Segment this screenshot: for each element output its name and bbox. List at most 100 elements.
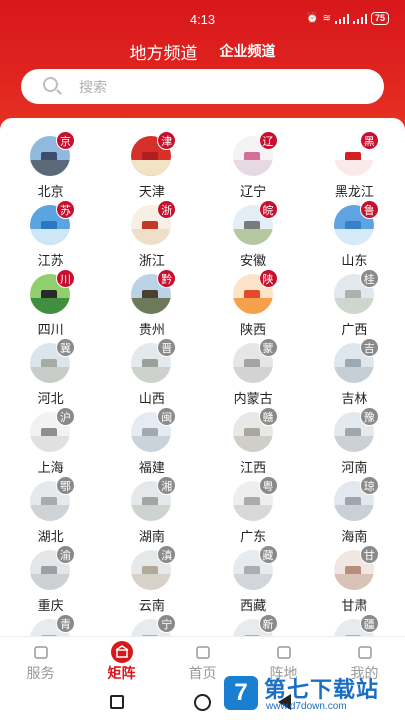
search-icon	[43, 76, 63, 97]
province-badge: 黑	[359, 131, 379, 150]
province-item[interactable]: 皖安徽	[203, 200, 304, 269]
home-button[interactable]	[194, 694, 211, 711]
wifi-icon: ≋	[322, 13, 331, 24]
province-badge: 冀	[56, 338, 75, 357]
bottom-tab-service[interactable]: 服务	[0, 637, 81, 684]
watermark-logo: 7	[224, 676, 258, 710]
province-badge: 川	[56, 269, 75, 288]
province-item[interactable]: 沪上海	[0, 407, 101, 476]
province-name: 江西	[240, 461, 267, 476]
province-item[interactable]: 粤广东	[203, 476, 304, 545]
province-name: 甘肃	[341, 599, 368, 614]
province-badge: 京	[56, 131, 75, 150]
province-name: 广西	[341, 323, 368, 338]
province-name: 安徽	[240, 254, 267, 269]
province-item[interactable]: 黑黑龙江	[304, 131, 405, 200]
province-item[interactable]: 晋山西	[101, 338, 202, 407]
province-badge: 津	[157, 131, 177, 150]
province-item[interactable]: 琼海南	[304, 476, 405, 545]
province-item[interactable]: 吉吉林	[304, 338, 405, 407]
profile-icon	[356, 643, 374, 661]
recent-apps-button[interactable]	[110, 695, 124, 709]
province-item[interactable]: 川四川	[0, 269, 101, 338]
province-item[interactable]: 甘甘肃	[304, 545, 405, 614]
province-badge: 皖	[258, 200, 278, 219]
province-name: 西藏	[240, 599, 267, 614]
province-item[interactable]: 桂广西	[304, 269, 405, 338]
province-item[interactable]: 滇云南	[101, 545, 202, 614]
header-background: 4:13 ⏰ ≋ 75 地方频道 企业频道 搜索	[0, 0, 405, 130]
home-icon	[194, 643, 212, 661]
province-badge: 鄂	[56, 476, 75, 495]
province-item[interactable]: 冀河北	[0, 338, 101, 407]
province-item[interactable]: 新	[203, 614, 304, 636]
service-icon	[32, 643, 50, 661]
battery-icon: 75	[370, 12, 389, 25]
search-input[interactable]: 搜索	[79, 77, 107, 97]
province-name: 上海	[37, 461, 64, 476]
province-badge: 蒙	[258, 338, 278, 357]
status-icons: ⏰ ≋ 75	[306, 12, 389, 25]
tab-enterprise-channel[interactable]: 企业频道	[220, 41, 276, 61]
province-item[interactable]: 津天津	[101, 131, 202, 200]
province-badge: 赣	[258, 407, 278, 426]
alarm-icon: ⏰	[306, 13, 319, 24]
province-item[interactable]: 辽辽宁	[203, 131, 304, 200]
province-badge: 甘	[359, 545, 379, 564]
province-item[interactable]: 鲁山东	[304, 200, 405, 269]
province-badge: 沪	[56, 407, 75, 426]
watermark-title: 第七下载站	[264, 678, 380, 703]
province-badge: 藏	[258, 545, 278, 564]
province-name: 陕西	[240, 323, 267, 338]
province-name: 贵州	[138, 323, 165, 338]
province-name: 北京	[37, 185, 64, 200]
province-badge: 鲁	[359, 200, 379, 219]
province-badge: 闽	[157, 407, 177, 426]
province-name: 福建	[138, 461, 165, 476]
province-badge: 新	[258, 614, 278, 633]
province-item[interactable]: 京北京	[0, 131, 101, 200]
province-item[interactable]: 黔贵州	[101, 269, 202, 338]
province-name: 云南	[138, 599, 165, 614]
channel-tabs: 地方频道 企业频道	[0, 38, 405, 64]
province-badge: 吉	[359, 338, 379, 357]
province-badge: 豫	[359, 407, 379, 426]
province-badge: 宁	[157, 614, 177, 633]
province-item[interactable]: 浙浙江	[101, 200, 202, 269]
province-badge: 琼	[359, 476, 379, 495]
watermark: 7 第七下载站 www.d7down.com	[220, 670, 400, 718]
bottom-tab-matrix[interactable]: 矩阵	[81, 637, 162, 684]
tab-local-channel[interactable]: 地方频道	[130, 39, 198, 64]
province-name: 黑龙江	[334, 185, 374, 200]
province-name: 辽宁	[240, 185, 267, 200]
province-name: 江苏	[37, 254, 64, 269]
signal-icon-2	[352, 13, 367, 24]
province-badge: 渝	[56, 545, 75, 564]
province-item[interactable]: 疆	[304, 614, 405, 636]
province-item[interactable]: 苏江苏	[0, 200, 101, 269]
province-item[interactable]: 豫河南	[304, 407, 405, 476]
province-name: 广东	[240, 530, 267, 545]
province-item[interactable]: 藏西藏	[203, 545, 304, 614]
province-item[interactable]: 鄂湖北	[0, 476, 101, 545]
province-badge: 晋	[157, 338, 177, 357]
province-item[interactable]: 蒙内蒙古	[203, 338, 304, 407]
search-bar[interactable]: 搜索	[21, 69, 384, 104]
province-item[interactable]: 赣江西	[203, 407, 304, 476]
province-item[interactable]: 渝重庆	[0, 545, 101, 614]
province-item[interactable]: 宁	[101, 614, 202, 636]
province-item[interactable]: 陕陕西	[203, 269, 304, 338]
bottom-tab-label: 服务	[26, 666, 55, 682]
province-badge: 苏	[56, 200, 75, 219]
province-name: 山西	[138, 392, 165, 407]
signal-icon	[334, 13, 349, 24]
province-item[interactable]: 湘湖南	[101, 476, 202, 545]
province-name: 海南	[341, 530, 368, 545]
province-badge: 疆	[359, 614, 379, 633]
province-item[interactable]: 闽福建	[101, 407, 202, 476]
watermark-url: www.d7down.com	[266, 701, 347, 712]
province-item[interactable]: 青	[0, 614, 101, 636]
province-badge: 滇	[157, 545, 177, 564]
province-name: 浙江	[138, 254, 165, 269]
province-badge: 桂	[359, 269, 379, 288]
